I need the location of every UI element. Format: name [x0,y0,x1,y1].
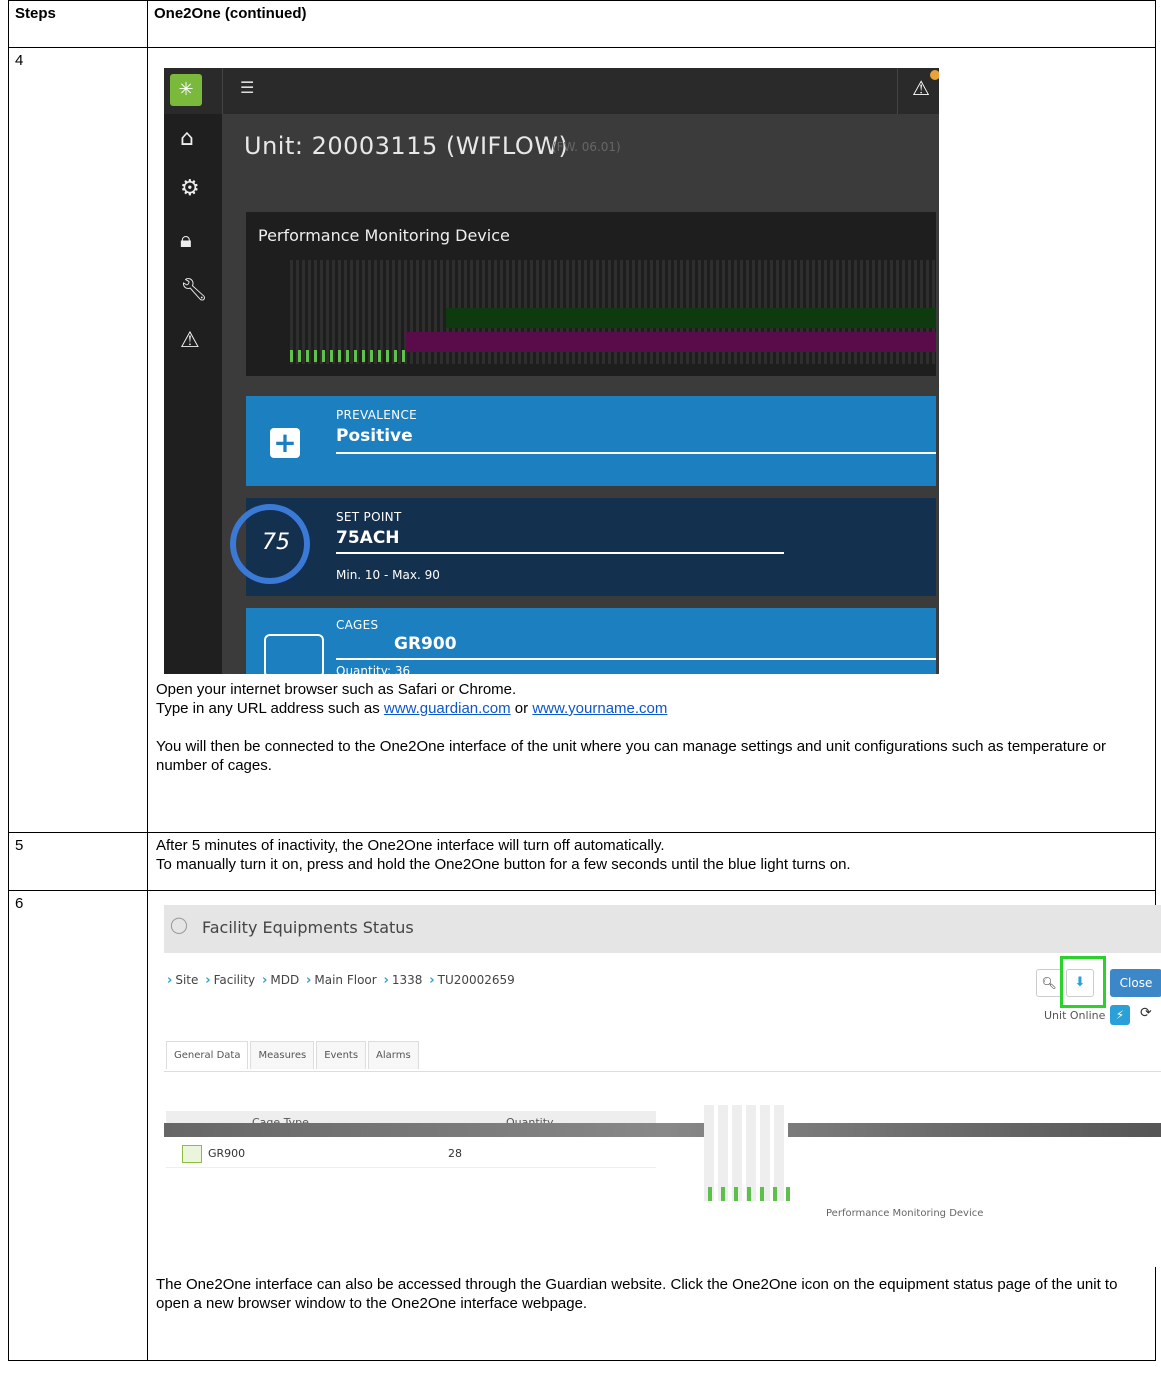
one2one-screenshot: ✳ ☰ ⚠ ⌂ ⚙ 🔒︎ 🔧︎ ⚠ Unit: 20003115 (WIFLOW… [164,68,939,674]
lock-icon[interactable]: 🔒︎ [180,228,192,253]
breadcrumb-room[interactable]: 1338 [392,973,423,987]
breadcrumb-main-floor[interactable]: Main Floor [314,973,376,987]
cages-quantity: Quantity: 36 [336,664,411,674]
setpoint-card[interactable]: 75 SET POINT 75ACH Min. 10 - Max. 90 [230,498,936,596]
table-row: GR900 28 [166,1143,656,1168]
title-bar: ◯ Facility Equipments Status [164,905,1161,953]
logo-icon[interactable]: ✳ [170,74,202,106]
setpoint-gauge-value: 75 [262,530,290,555]
cage-icon [182,1145,202,1163]
breadcrumb: › Site › Facility › MDD › Main Floor › 1338 ›… [164,973,515,988]
url-text-or: or [510,700,533,717]
chevron-right-icon: › [167,973,173,988]
header-steps: Steps [8,0,148,48]
cage-icon [264,634,324,674]
render-artifact [164,1123,1161,1137]
tab-events[interactable]: Events [316,1041,367,1069]
collapse-icon[interactable]: ◯ [170,915,188,934]
instructions-table: Steps One2One (continued) 4 ✳ ☰ ⚠ ⌂ ⚙ 🔒︎ [8,0,1161,1361]
breadcrumb-site[interactable]: Site [175,973,198,987]
tab-alarms[interactable]: Alarms [368,1041,419,1069]
cages-value: GR900 [394,634,457,654]
header-one2one: One2One (continued) [147,0,1156,48]
setpoint-range: Min. 10 - Max. 90 [336,568,440,582]
step-4-content: ✳ ☰ ⚠ ⌂ ⚙ 🔒︎ 🔧︎ ⚠ Unit: 20003115 (WIFLOW… [147,47,1156,833]
home-icon[interactable]: ⌂ [180,126,194,151]
hamburger-icon[interactable]: ☰ [240,78,254,97]
prevalence-value: Positive [336,426,413,446]
prevalence-label: PREVALENCE [336,408,418,422]
yourname-link[interactable]: www.yourname.com [532,700,667,717]
instruction-turn-on: To manually turn it on, press and hold t… [156,856,851,873]
facility-status-screenshot: ◯ Facility Equipments Status › Site › Faci… [164,905,1161,1267]
performance-caption: Performance Monitoring Device [826,1208,984,1219]
breadcrumb-facility[interactable]: Facility [214,973,256,987]
chevron-right-icon: › [383,973,389,988]
chevron-right-icon: › [261,973,268,988]
setpoint-value: 75ACH [336,528,400,548]
instruction-auto-off: After 5 minutes of inactivity, the One2O… [156,837,665,854]
highlight-box [1060,956,1106,1008]
divider [336,452,936,454]
cages-label: CAGES [336,618,379,632]
main-panel: Unit: 20003115 (WIFLOW) (FW. 06.01) Perf… [222,114,939,674]
url-text-prefix: Type in any URL address such as [156,700,384,717]
warning-icon[interactable]: ⚠ [180,328,200,353]
online-status-icon: ⚡ [1110,1005,1130,1025]
performance-title: Performance Monitoring Device [258,226,510,245]
divider [164,1071,1161,1072]
render-artifact [446,308,936,328]
alert-icon[interactable]: ⚠ [912,76,930,100]
quantity-value: 28 [448,1147,462,1160]
page-title: Facility Equipments Status [202,918,414,937]
divider [222,68,223,114]
step-number-5: 5 [8,832,148,891]
plus-icon: + [270,428,300,458]
step-number-6: 6 [8,890,148,1361]
render-artifact [406,332,936,352]
wrench-icon[interactable]: 🔧︎ [180,278,208,303]
setpoint-label: SET POINT [336,510,402,524]
tab-general-data[interactable]: General Data [166,1041,249,1069]
tab-measures[interactable]: Measures [250,1041,315,1069]
guardian-link[interactable]: www.guardian.com [384,700,511,717]
chevron-right-icon: › [205,973,211,988]
step-5-content: After 5 minutes of inactivity, the One2O… [147,832,1156,891]
unit-title: Unit: 20003115 (WIFLOW) [244,132,569,160]
cage-type-value: GR900 [208,1147,246,1160]
instruction-type-url: Type in any URL address such as www.guar… [156,699,1155,718]
unit-online-label: Unit Online [1044,1009,1106,1022]
performance-panel: Performance Monitoring Device [246,212,936,376]
step-6-content: ◯ Facility Equipments Status › Site › Faci… [147,890,1161,1361]
performance-level [708,1187,792,1201]
prevalence-card[interactable]: + PREVALENCE Positive [246,396,936,486]
firmware-version: (FW. 06.01) [552,140,621,154]
chevron-right-icon: › [429,973,435,988]
refresh-icon[interactable]: ⟳ [1140,1005,1152,1021]
divider [336,658,936,660]
instruction-open-browser: Open your internet browser such as Safar… [156,681,517,698]
alert-badge [930,70,939,80]
breadcrumb-unit[interactable]: TU20002659 [438,973,515,987]
instruction-connected: You will then be connected to the One2On… [156,738,1107,774]
instruction-guardian-website: The One2One interface can also be access… [156,1276,1118,1312]
divider [897,68,898,114]
close-button[interactable]: Close [1110,969,1161,997]
sidebar: ⌂ ⚙ 🔒︎ 🔧︎ ⚠ [164,114,222,674]
cages-card[interactable]: CAGES GR900 Quantity: 36 [246,608,936,674]
top-bar: ✳ ☰ ⚠ [164,68,939,115]
performance-level [290,350,410,362]
search-icon: 🔍︎ [1041,976,1057,990]
tab-bar: General Data Measures Events Alarms [166,1041,421,1069]
step-number-4: 4 [8,47,148,833]
search-button[interactable]: 🔍︎ [1036,969,1062,997]
gears-icon[interactable]: ⚙ [180,176,200,201]
divider [336,552,784,554]
chevron-right-icon: › [306,973,312,988]
breadcrumb-mdd[interactable]: MDD [270,973,299,987]
